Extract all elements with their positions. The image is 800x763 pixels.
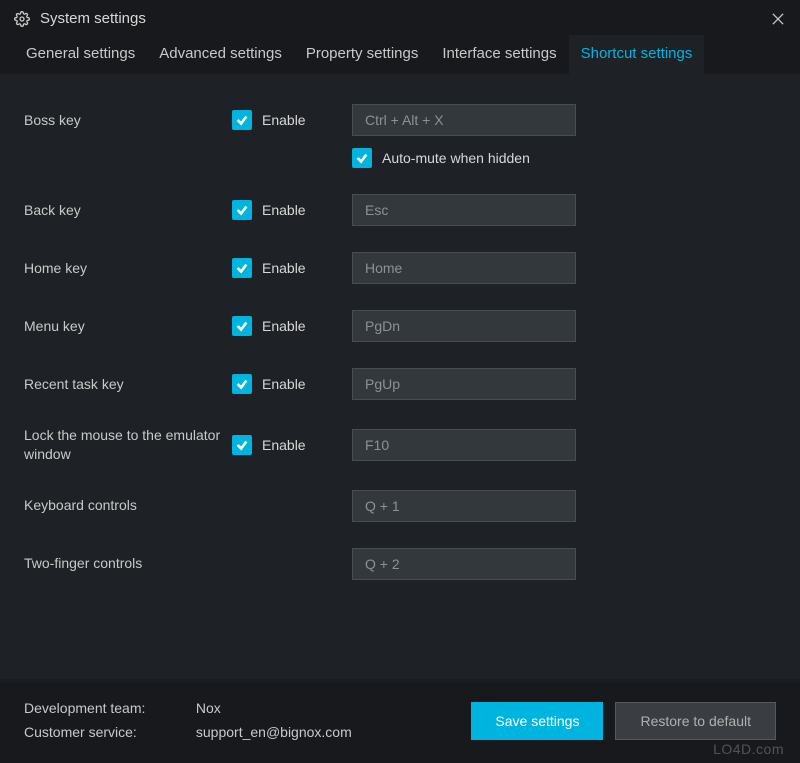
menu-key-input[interactable] bbox=[352, 310, 576, 342]
recent-key-enable-label: Enable bbox=[262, 376, 306, 392]
tab-bar: General settings Advanced settings Prope… bbox=[0, 35, 800, 74]
menu-key-label: Menu key bbox=[24, 317, 232, 336]
home-key-label: Home key bbox=[24, 259, 232, 278]
row-keyboard-controls: Keyboard controls bbox=[24, 490, 776, 522]
tab-shortcut[interactable]: Shortcut settings bbox=[569, 35, 705, 74]
window-title: System settings bbox=[40, 10, 772, 27]
row-home-key: Home key Enable bbox=[24, 252, 776, 284]
footer-info: Development team: Nox Customer service: … bbox=[24, 697, 459, 745]
back-key-checkbox[interactable] bbox=[232, 200, 252, 220]
gear-icon bbox=[14, 11, 30, 27]
keyboard-controls-input[interactable] bbox=[352, 490, 576, 522]
close-icon[interactable] bbox=[772, 12, 786, 26]
boss-key-label: Boss key bbox=[24, 111, 232, 130]
row-back-key: Back key Enable bbox=[24, 194, 776, 226]
row-lock-mouse: Lock the mouse to the emulator window En… bbox=[24, 426, 776, 464]
boss-key-enable-label: Enable bbox=[262, 112, 306, 128]
auto-mute-checkbox[interactable] bbox=[352, 148, 372, 168]
recent-key-input[interactable] bbox=[352, 368, 576, 400]
tab-general[interactable]: General settings bbox=[14, 35, 147, 74]
row-two-finger-controls: Two-finger controls bbox=[24, 548, 776, 580]
boss-key-input[interactable] bbox=[352, 104, 576, 136]
save-button[interactable]: Save settings bbox=[471, 702, 603, 740]
row-menu-key: Menu key Enable bbox=[24, 310, 776, 342]
menu-key-checkbox[interactable] bbox=[232, 316, 252, 336]
two-finger-input[interactable] bbox=[352, 548, 576, 580]
recent-key-label: Recent task key bbox=[24, 375, 232, 394]
two-finger-label: Two-finger controls bbox=[24, 554, 232, 573]
home-key-enable-label: Enable bbox=[262, 260, 306, 276]
menu-key-enable-label: Enable bbox=[262, 318, 306, 334]
boss-key-enable: Enable bbox=[232, 110, 352, 130]
home-key-enable: Enable bbox=[232, 258, 352, 278]
lock-mouse-input[interactable] bbox=[352, 429, 576, 461]
back-key-enable: Enable bbox=[232, 200, 352, 220]
lock-mouse-enable-label: Enable bbox=[262, 437, 306, 453]
recent-key-enable: Enable bbox=[232, 374, 352, 394]
auto-mute-label: Auto-mute when hidden bbox=[382, 150, 530, 166]
tab-property[interactable]: Property settings bbox=[294, 35, 431, 74]
tab-advanced[interactable]: Advanced settings bbox=[147, 35, 294, 74]
footer: Development team: Nox Customer service: … bbox=[0, 683, 800, 763]
customer-service-label: Customer service: bbox=[24, 721, 192, 745]
back-key-enable-label: Enable bbox=[262, 202, 306, 218]
auto-mute-row: Auto-mute when hidden bbox=[352, 148, 776, 168]
tab-interface[interactable]: Interface settings bbox=[430, 35, 568, 74]
back-key-input[interactable] bbox=[352, 194, 576, 226]
dev-team-value: Nox bbox=[196, 700, 221, 716]
content-panel: Boss key Enable Auto-mute when hidden Ba… bbox=[0, 74, 800, 679]
lock-mouse-checkbox[interactable] bbox=[232, 435, 252, 455]
recent-key-checkbox[interactable] bbox=[232, 374, 252, 394]
dev-team-label: Development team: bbox=[24, 697, 192, 721]
keyboard-controls-label: Keyboard controls bbox=[24, 496, 232, 515]
boss-key-checkbox[interactable] bbox=[232, 110, 252, 130]
restore-button[interactable]: Restore to default bbox=[615, 702, 776, 740]
menu-key-enable: Enable bbox=[232, 316, 352, 336]
row-recent-key: Recent task key Enable bbox=[24, 368, 776, 400]
customer-service-value: support_en@bignox.com bbox=[196, 724, 352, 740]
row-boss-key: Boss key Enable bbox=[24, 104, 776, 136]
home-key-checkbox[interactable] bbox=[232, 258, 252, 278]
titlebar: System settings bbox=[0, 0, 800, 35]
home-key-input[interactable] bbox=[352, 252, 576, 284]
lock-mouse-label: Lock the mouse to the emulator window bbox=[24, 426, 232, 464]
lock-mouse-enable: Enable bbox=[232, 435, 352, 455]
back-key-label: Back key bbox=[24, 201, 232, 220]
